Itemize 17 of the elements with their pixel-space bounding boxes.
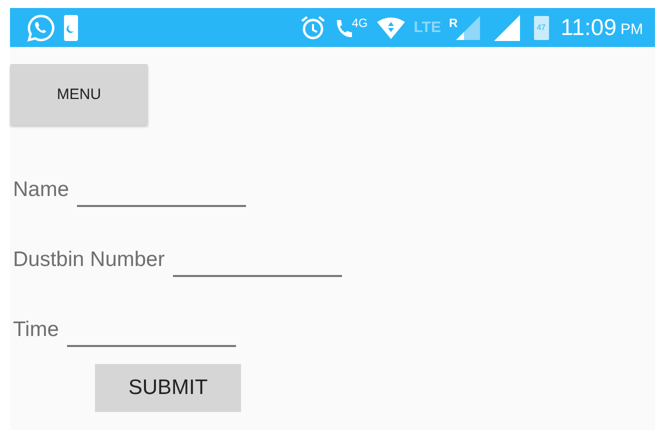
phone-card-icon	[64, 12, 78, 42]
network-type: 4G	[352, 16, 368, 30]
menu-button[interactable]: MENU	[10, 64, 148, 125]
field-label: Name	[13, 178, 70, 202]
clock-time: 11:09	[560, 14, 616, 41]
field-label: Dustbin Number	[13, 248, 165, 272]
lte-label: LTE	[414, 19, 441, 36]
submit-button[interactable]: SUBMIT	[95, 364, 241, 412]
clock-period: PM	[620, 21, 643, 38]
chat-bubble-icon	[26, 12, 56, 42]
battery-level: 47	[536, 23, 546, 32]
roaming-label: R	[448, 16, 458, 30]
field-label: Time	[13, 318, 59, 342]
alarm-clock-icon	[300, 14, 326, 40]
signal-icon	[494, 14, 520, 40]
wifi-icon	[376, 16, 406, 40]
signal-icon	[456, 16, 480, 40]
